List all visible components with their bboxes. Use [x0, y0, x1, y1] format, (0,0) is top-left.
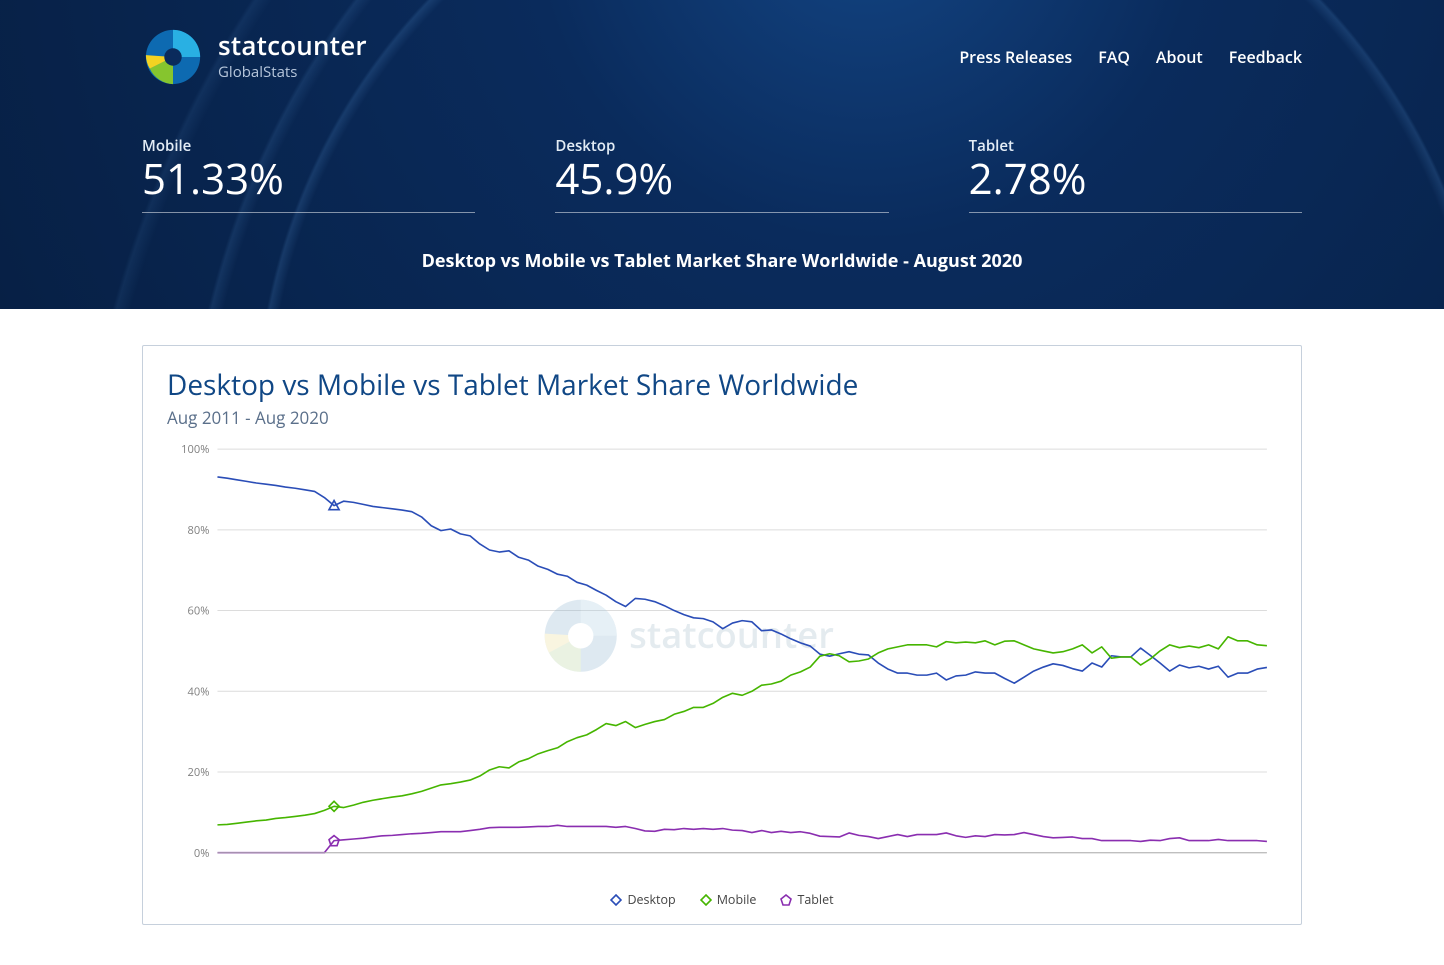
legend-mobile[interactable]: Mobile — [700, 891, 757, 908]
stat-value: 2.78% — [969, 156, 1302, 202]
hero-stats: Mobile 51.33% Desktop 45.9% Tablet 2.78% — [142, 136, 1302, 213]
legend-label: Desktop — [627, 891, 675, 908]
legend-label: Mobile — [717, 891, 757, 908]
main-content: Desktop vs Mobile vs Tablet Market Share… — [102, 345, 1342, 965]
nav-press-releases[interactable]: Press Releases — [959, 46, 1072, 68]
chart-svg[interactable]: 0% 20% 40% 60% 80% 100% statcounter — [167, 439, 1277, 883]
y-tick-label: 80% — [188, 523, 210, 538]
stat-value: 45.9% — [555, 156, 888, 202]
brand-logo-block[interactable]: statcounter GlobalStats — [142, 26, 367, 88]
nav-about[interactable]: About — [1156, 46, 1203, 68]
chart-subtitle: Aug 2011 - Aug 2020 — [167, 406, 1277, 429]
hero-header: statcounter GlobalStats Press Releases F… — [0, 0, 1444, 309]
topbar: statcounter GlobalStats Press Releases F… — [142, 26, 1302, 88]
primary-nav: Press Releases FAQ About Feedback — [959, 46, 1302, 68]
pentagon-marker-icon — [780, 894, 792, 906]
brand-sub: GlobalStats — [218, 62, 367, 82]
y-tick-label: 100% — [181, 442, 209, 457]
diamond-marker-icon — [700, 894, 712, 906]
y-tick-label: 0% — [194, 846, 210, 861]
brand-name: statcounter — [218, 32, 367, 59]
chart-card: Desktop vs Mobile vs Tablet Market Share… — [142, 345, 1302, 925]
stat-tablet: Tablet 2.78% — [969, 136, 1302, 213]
statcounter-logo-icon — [142, 26, 204, 88]
legend-tablet[interactable]: Tablet — [780, 891, 833, 908]
y-tick-label: 20% — [188, 765, 210, 780]
stat-mobile: Mobile 51.33% — [142, 136, 475, 213]
chart-legend: Desktop Mobile Tablet — [167, 891, 1277, 908]
y-tick-label: 60% — [188, 604, 210, 619]
legend-desktop[interactable]: Desktop — [610, 891, 675, 908]
hero-title: Desktop vs Mobile vs Tablet Market Share… — [142, 249, 1302, 273]
nav-feedback[interactable]: Feedback — [1229, 46, 1302, 68]
stat-value: 51.33% — [142, 156, 475, 202]
diamond-marker-icon — [610, 894, 622, 906]
series-desktop[interactable] — [217, 477, 1266, 683]
series-tablet[interactable] — [217, 825, 1266, 852]
svg-text:statcounter: statcounter — [629, 609, 834, 659]
stat-desktop: Desktop 45.9% — [555, 136, 888, 213]
series-mobile[interactable] — [217, 637, 1266, 825]
y-tick-label: 40% — [188, 684, 210, 699]
legend-label: Tablet — [797, 891, 833, 908]
chart-wrap: 0% 20% 40% 60% 80% 100% statcounter — [167, 439, 1277, 883]
chart-title: Desktop vs Mobile vs Tablet Market Share… — [167, 366, 1277, 404]
nav-faq[interactable]: FAQ — [1098, 46, 1130, 68]
